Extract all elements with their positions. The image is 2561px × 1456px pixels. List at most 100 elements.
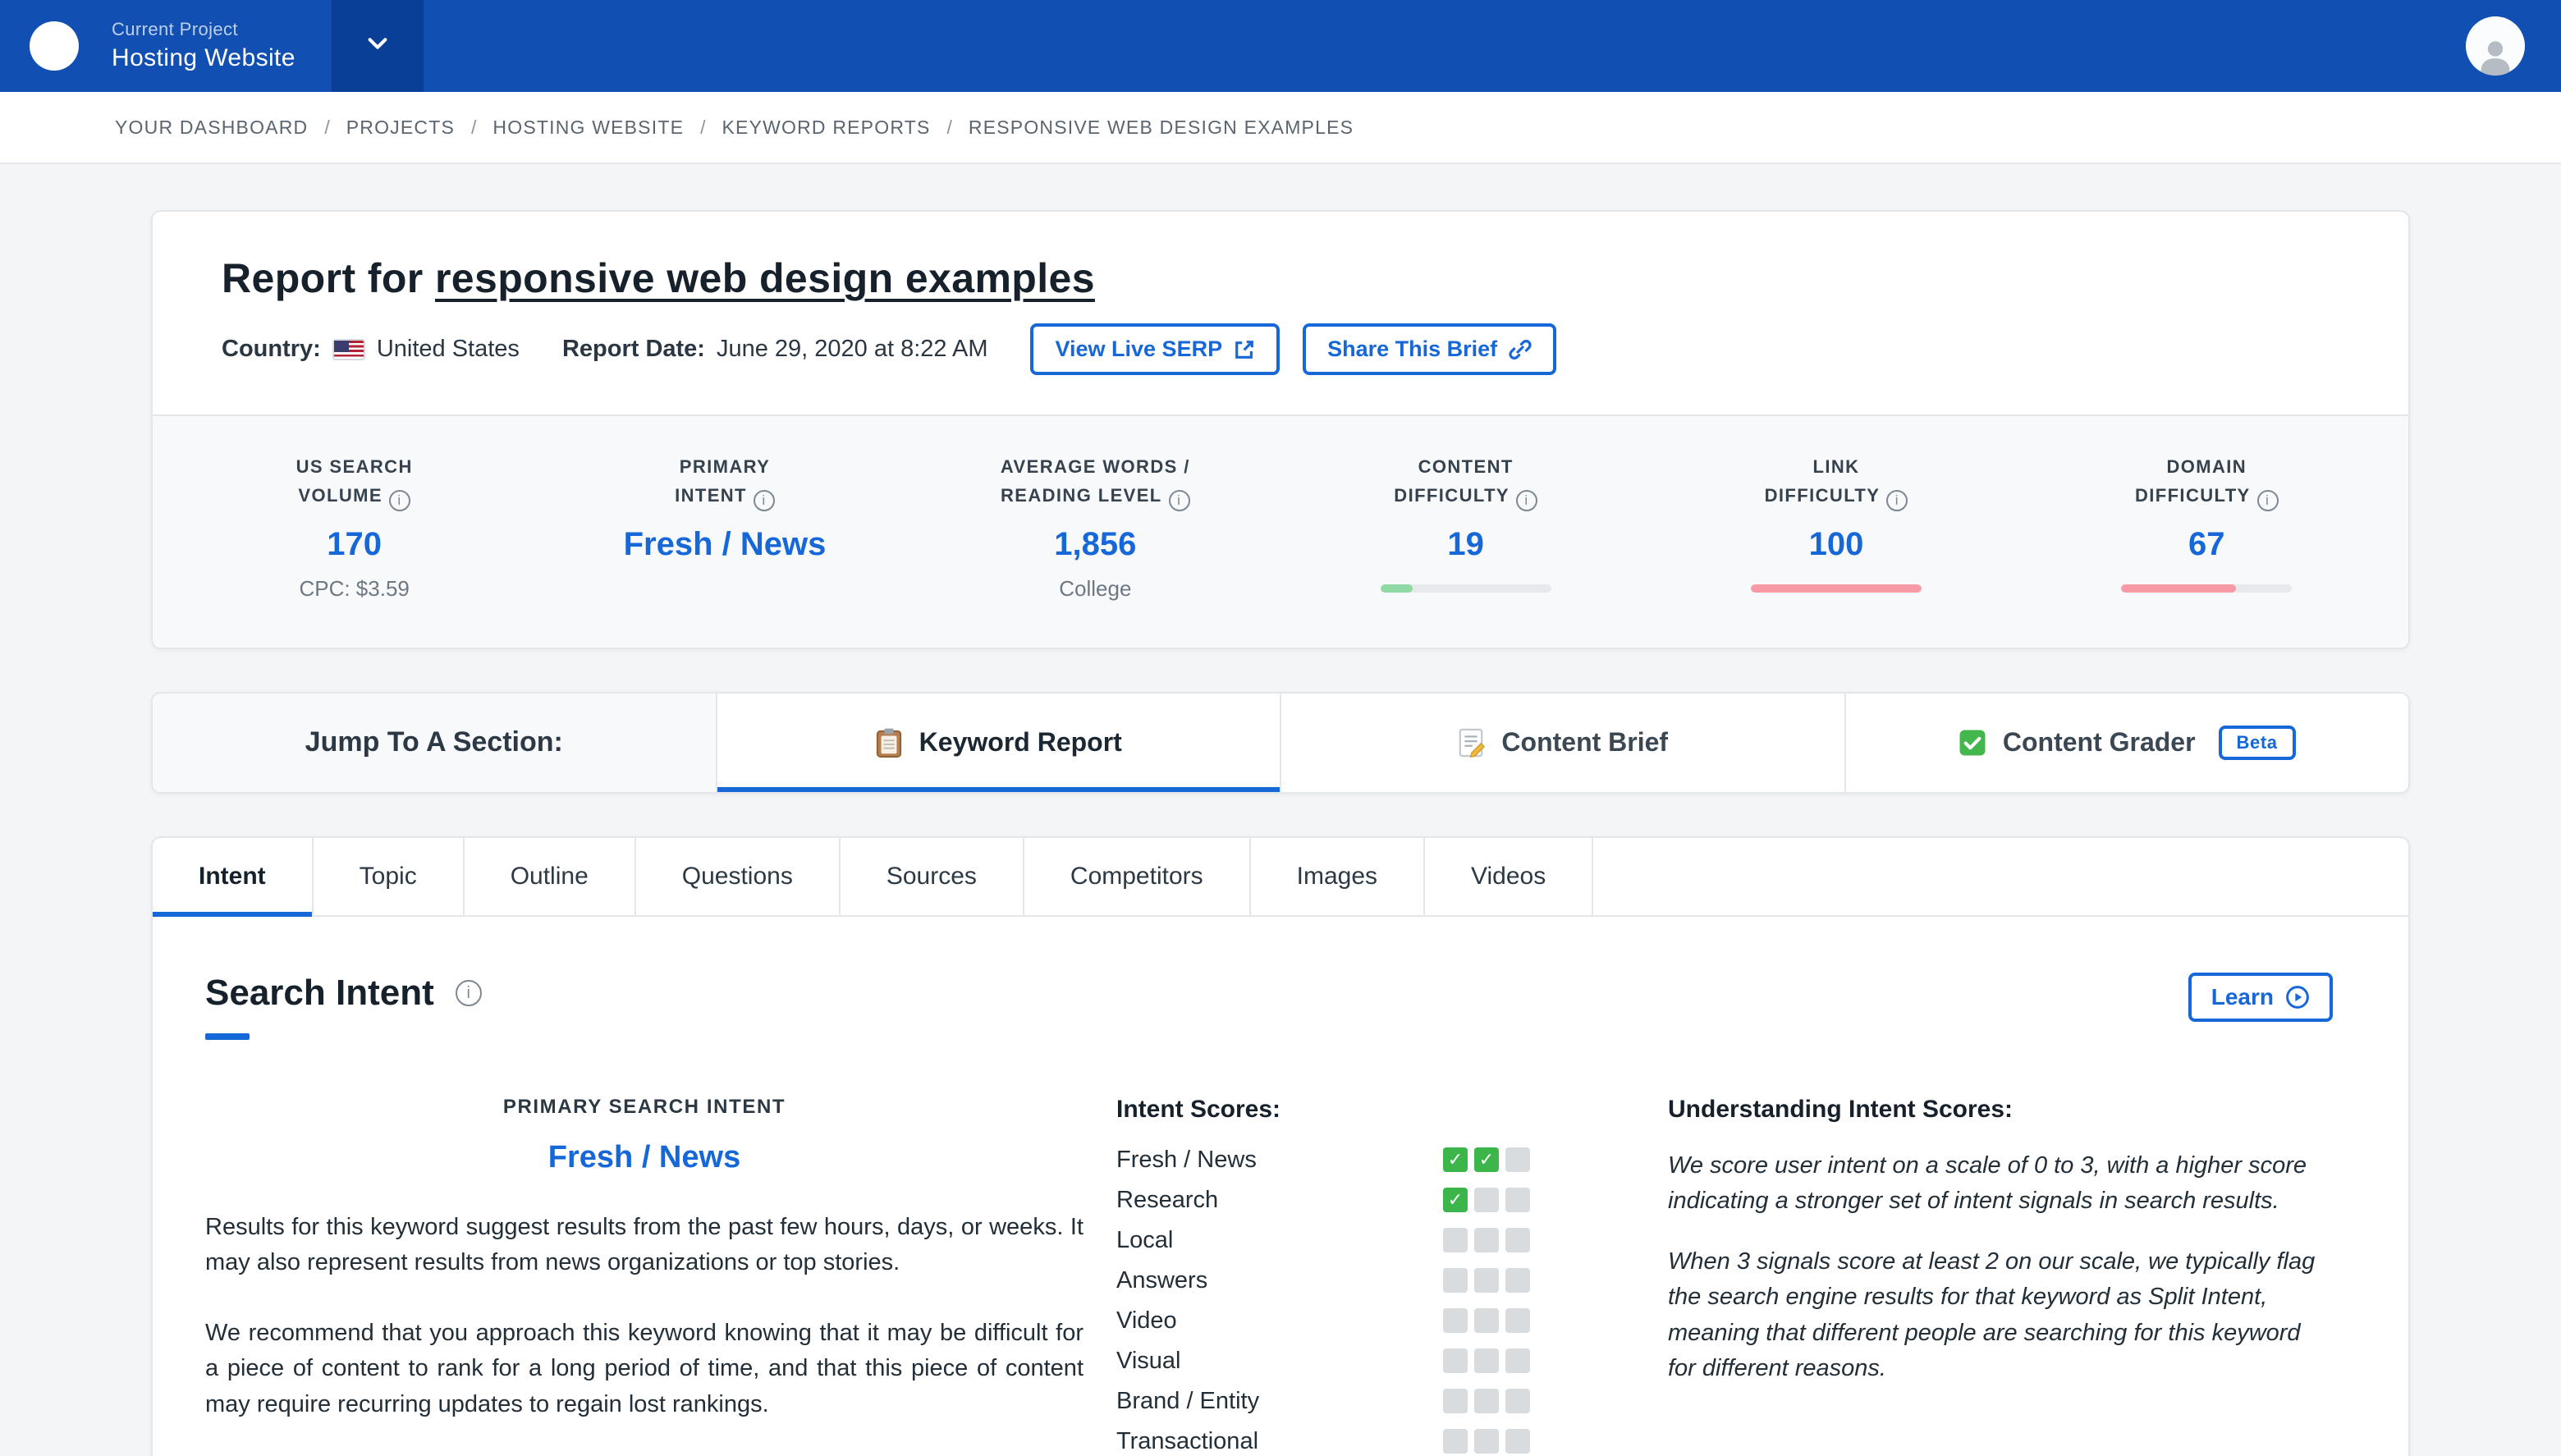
search-intent-header: Search Intent Learn [205,972,2333,1040]
score-square [1505,1389,1530,1414]
stat-label-line: PRIMARY [679,456,771,477]
jump-item-content-grader[interactable]: Content Grader Beta [1845,693,2408,792]
progress-bar [2121,584,2293,593]
progress-bar-fill [2121,584,2236,593]
stat-label-line: DIFFICULTY [1394,485,1510,506]
intent-score-squares [1443,1308,1530,1334]
intent-score-row: Research [1116,1187,1530,1214]
tab-intent[interactable]: Intent [153,837,314,917]
view-live-serp-label: View Live SERP [1055,337,1223,361]
intent-scores-title: Intent Scores: [1116,1095,1281,1123]
jump-item-keyword-report[interactable]: Keyword Report [717,693,1281,792]
breadcrumb-item-keyword-reports[interactable]: KEYWORD REPORTS [722,117,931,139]
score-square [1505,1429,1530,1454]
info-icon[interactable] [455,979,482,1006]
tab-outline[interactable]: Outline [465,837,636,915]
understanding-paragraph: We score user intent on a scale of 0 to … [1668,1152,2307,1215]
top-navbar: Current Project Hosting Website [0,0,2561,92]
share-brief-label: Share This Brief [1327,337,1498,361]
tab-videos[interactable]: Videos [1425,837,1594,915]
breadcrumb-separator: / [324,116,330,138]
search-intent-title: Search Intent [205,973,482,1014]
report-header-card: Report for responsive web design example… [151,210,2410,649]
us-flag-icon [332,338,365,360]
report-date-value: June 29, 2020 at 8:22 AM [716,336,988,362]
share-brief-button[interactable]: Share This Brief [1303,323,1557,375]
learn-button[interactable]: Learn [2188,972,2333,1022]
stat-primary-intent: PRIMARY INTENT Fresh / News [539,452,909,602]
stat-average-words: AVERAGE WORDS / READING LEVEL 1,856 Coll… [910,452,1280,602]
jump-item-content-brief[interactable]: Content Brief [1281,693,1846,792]
stat-label-line: US SEARCH [296,456,413,477]
stat-label-line: DIFFICULTY [2134,485,2251,506]
user-avatar[interactable] [2466,16,2525,76]
country-label: Country: [222,336,321,362]
project-dropdown-button[interactable] [331,0,424,92]
breadcrumb-separator: / [700,116,706,138]
app-logo[interactable] [30,21,79,71]
breadcrumb-item-dashboard[interactable]: YOUR DASHBOARD [115,117,308,139]
intent-description-paragraph: Results for this keyword suggest results… [205,1213,1084,1276]
report-title-prefix: Report for [222,255,435,301]
info-icon[interactable] [388,489,410,511]
section-accent-bar [205,1032,250,1040]
view-live-serp-button[interactable]: View Live SERP [1030,323,1280,375]
info-icon[interactable] [1886,489,1908,511]
score-square [1505,1228,1530,1253]
intent-description-paragraph: We recommend that you approach this keyw… [205,1319,1084,1417]
progress-bar-fill [1750,584,1922,593]
stat-sub: College [1059,575,1132,601]
score-square [1474,1429,1499,1454]
score-square [1505,1308,1530,1334]
tab-competitors[interactable]: Competitors [1024,837,1251,915]
jump-item-label: Keyword Report [919,727,1122,758]
check-box-icon [1959,729,1986,757]
stat-us-search-volume: US SEARCH VOLUME 170 CPC: $3.59 [169,452,539,602]
intent-score-squares [1443,1228,1530,1253]
intent-score-label: Answers [1116,1266,1208,1293]
project-selector[interactable]: Current Project Hosting Website [112,18,296,74]
stat-value: 1,856 [1054,525,1137,562]
memo-icon [1457,727,1486,758]
info-icon[interactable] [2256,489,2279,511]
stat-label-line: VOLUME [298,485,383,506]
intent-score-squares [1443,1429,1530,1454]
person-icon [2474,34,2517,76]
report-date-label: Report Date: [561,336,705,362]
tab-questions[interactable]: Questions [636,837,841,915]
intent-score-label: Research [1116,1186,1219,1213]
score-square [1474,1147,1499,1173]
stats-row: US SEARCH VOLUME 170 CPC: $3.59 PRIMARY … [153,414,2408,648]
info-icon[interactable] [1168,489,1190,511]
intent-score-label: Fresh / News [1116,1146,1257,1173]
progress-bar [1750,584,1922,593]
stat-value: 170 [327,525,383,562]
stat-label-line: CONTENT [1418,456,1514,477]
info-icon[interactable] [753,489,775,511]
score-square [1474,1268,1499,1293]
intent-score-row: Video [1116,1307,1530,1335]
search-intent-section: Search Intent Learn PRIMARY SE [153,917,2408,1456]
tab-images[interactable]: Images [1251,837,1426,915]
intent-score-row: Local [1116,1227,1530,1254]
intent-score-label: Video [1116,1307,1177,1334]
stat-label: US SEARCH VOLUME [169,452,539,511]
stat-content-difficulty: CONTENT DIFFICULTY 19 [1280,452,1651,602]
link-icon [1509,338,1532,361]
progress-bar-fill [1380,584,1413,593]
breadcrumb-item-hosting-website[interactable]: HOSTING WEBSITE [492,117,684,139]
breadcrumb-item-current[interactable]: RESPONSIVE WEB DESIGN EXAMPLES [969,117,1354,139]
breadcrumb-item-projects[interactable]: PROJECTS [346,117,455,139]
stat-domain-difficulty: DOMAIN DIFFICULTY 67 [2022,452,2392,602]
intent-score-row: Transactional [1116,1428,1530,1455]
jump-item-label: Content Brief [1501,727,1669,758]
intent-score-squares [1443,1188,1530,1213]
tab-sources[interactable]: Sources [841,837,1024,915]
tab-topic[interactable]: Topic [314,837,465,915]
jump-section-bar: Jump To A Section: Keyword Report Conten… [151,691,2410,794]
info-icon[interactable] [1515,489,1537,511]
tab-row-filler [1593,838,2408,915]
understanding-paragraph: When 3 signals score at least 2 on our s… [1668,1248,2316,1382]
intent-score-label: Local [1116,1226,1174,1253]
stat-label: PRIMARY INTENT [539,452,909,511]
